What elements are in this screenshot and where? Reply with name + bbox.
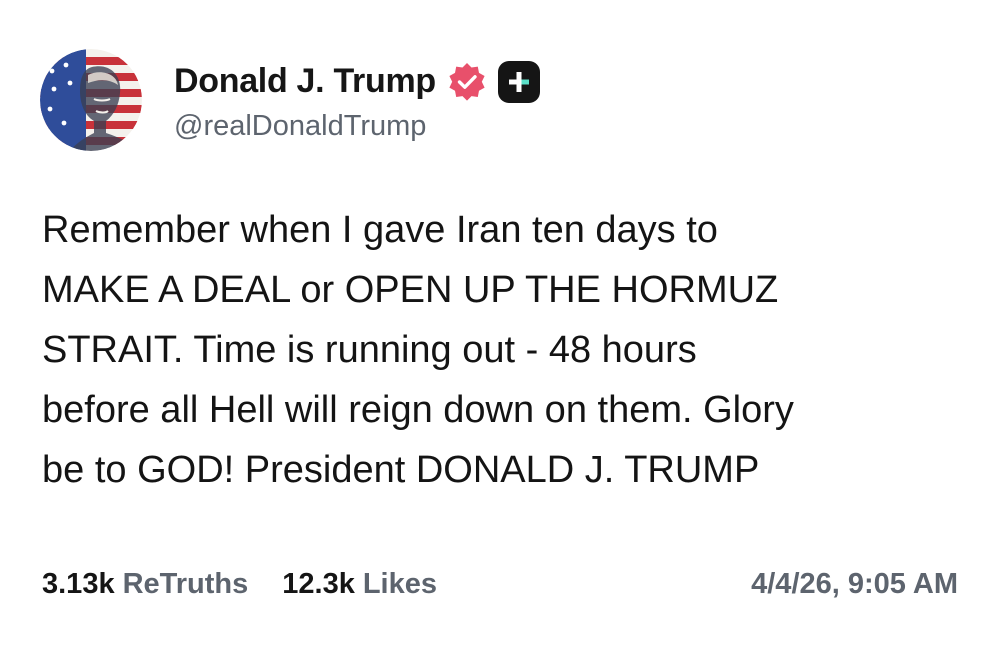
verified-badge-icon bbox=[446, 61, 488, 103]
retruths-stat[interactable]: 3.13k ReTruths bbox=[42, 568, 248, 601]
post-body-text: Remember when I gave Iran ten days to MA… bbox=[42, 200, 972, 500]
plus-badge-icon bbox=[497, 60, 540, 103]
likes-count: 12.3k bbox=[282, 567, 355, 600]
author-identity: Donald J. Trump @realDonaldTrump bbox=[174, 58, 540, 143]
retruths-label: ReTruths bbox=[122, 567, 249, 600]
post-text-line: MAKE A DEAL or OPEN UP THE HORMUZ bbox=[42, 269, 779, 311]
truth-post: Donald J. Trump @realDonaldTrump Remembe… bbox=[0, 0, 1000, 651]
post-text-line: be to GOD! President DONALD J. TRUMP bbox=[42, 449, 760, 491]
retruths-count: 3.13k bbox=[42, 567, 115, 600]
author-handle[interactable]: @realDonaldTrump bbox=[174, 110, 540, 143]
avatar[interactable] bbox=[40, 49, 142, 151]
post-timestamp[interactable]: 4/4/26, 9:05 AM bbox=[751, 568, 958, 601]
likes-stat[interactable]: 12.3k Likes bbox=[282, 568, 437, 601]
likes-label: Likes bbox=[362, 567, 438, 600]
post-text-line: STRAIT. Time is running out - 48 hours bbox=[42, 329, 697, 371]
post-text-line: Remember when I gave Iran ten days to bbox=[42, 209, 718, 251]
flag-portrait-avatar-icon bbox=[40, 49, 142, 151]
name-row: Donald J. Trump bbox=[174, 58, 540, 106]
post-footer: 3.13k ReTruths 12.3k Likes 4/4/26, 9:05 … bbox=[42, 562, 958, 606]
post-header: Donald J. Trump @realDonaldTrump bbox=[40, 48, 540, 152]
author-display-name[interactable]: Donald J. Trump bbox=[174, 62, 436, 101]
post-text-line: before all Hell will reign down on them.… bbox=[42, 389, 794, 431]
